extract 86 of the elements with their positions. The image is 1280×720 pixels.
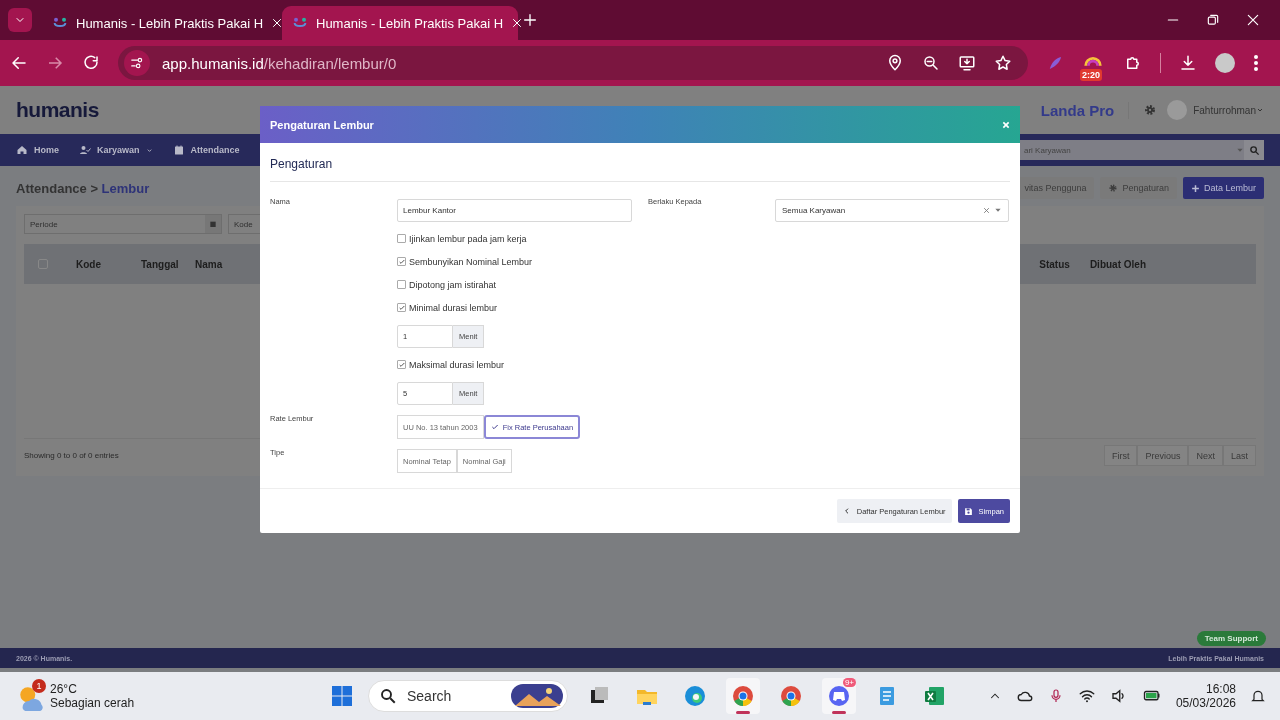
- close-icon[interactable]: [1246, 13, 1260, 27]
- more-menu-icon[interactable]: [1253, 54, 1259, 72]
- checkbox-label: Sembunyikan Nominal Lembur: [409, 256, 533, 267]
- app-badge: 9+: [842, 678, 856, 687]
- checkbox-label: Dipotong jam istirahat: [409, 279, 497, 290]
- site-info-button[interactable]: [124, 50, 150, 76]
- support-button[interactable]: Team Support: [1196, 631, 1266, 646]
- reload-icon[interactable]: [82, 54, 100, 72]
- edge-icon: [683, 684, 707, 708]
- column-header: Dibuat Oleh: [1089, 258, 1146, 270]
- extension-badge: 2:20: [1080, 69, 1102, 81]
- weather-text: Sebagian cerah: [50, 696, 135, 710]
- calendar-icon: [172, 144, 185, 156]
- wifi-icon[interactable]: [1077, 687, 1096, 705]
- excel-icon: [923, 684, 947, 708]
- checkbox[interactable]: [397, 234, 406, 243]
- checkbox-label: Minimal durasi lembur: [409, 302, 498, 313]
- home-icon: [16, 144, 28, 156]
- chevron-down-icon: [145, 146, 153, 154]
- temperature: 26°C: [50, 682, 78, 696]
- notification-bell-icon[interactable]: [1250, 688, 1266, 704]
- puzzle-icon[interactable]: [1124, 54, 1142, 72]
- clear-icon[interactable]: [983, 206, 990, 214]
- chrome-icon: [731, 684, 755, 708]
- company-name: Landa Pro: [1040, 101, 1130, 119]
- clock[interactable]: 16:08 05/03/2026: [1175, 682, 1236, 710]
- plus-icon: [1190, 183, 1200, 193]
- employee-select[interactable]: Semua Karyawan: [775, 198, 1009, 222]
- column-header: Kode: [76, 258, 102, 270]
- nav-item[interactable]: Karyawan: [79, 144, 153, 156]
- save-icon: [963, 506, 973, 516]
- check-icon: [397, 257, 406, 266]
- select-all-checkbox[interactable]: [38, 259, 48, 269]
- settings-icon[interactable]: [1143, 103, 1158, 117]
- logo: humanis: [16, 98, 99, 122]
- chevron-left-icon: [842, 507, 851, 515]
- column-header: Status: [1039, 258, 1070, 270]
- chrome-icon: [779, 684, 803, 708]
- search-icon: [379, 687, 397, 705]
- add-button[interactable]: Data Lembur: [1182, 177, 1264, 199]
- check-icon: [397, 303, 406, 312]
- checkbox-label: Ijinkan lembur pada jam kerja: [409, 233, 527, 244]
- taskbar-search[interactable]: Search: [368, 680, 568, 712]
- search-icon: [1248, 144, 1260, 156]
- checkbox[interactable]: [397, 360, 406, 369]
- check-icon: [397, 360, 406, 369]
- tune-icon: [130, 56, 144, 70]
- checkbox-label: Maksimal durasi lembur: [409, 359, 505, 370]
- user-icon: [79, 144, 91, 156]
- filter-field[interactable]: Periode: [24, 214, 222, 234]
- search-button[interactable]: [1244, 140, 1264, 160]
- zoom-out-icon[interactable]: [922, 54, 940, 72]
- profile-avatar[interactable]: [1215, 53, 1235, 73]
- close-icon[interactable]: [511, 17, 524, 29]
- calendar-icon: [209, 220, 217, 228]
- star-icon[interactable]: [994, 54, 1012, 72]
- column-header: Tanggal: [141, 258, 180, 270]
- column-header: Nama: [195, 258, 223, 270]
- search-highlight-icon: [511, 684, 563, 708]
- forward-icon[interactable]: [46, 54, 64, 72]
- name-field[interactable]: Lembur Kantor: [397, 198, 632, 222]
- back-icon[interactable]: [10, 54, 28, 72]
- check-icon: [490, 423, 499, 431]
- checkbox[interactable]: [397, 280, 406, 289]
- restore-icon[interactable]: [1206, 13, 1220, 27]
- notification-badge: 1: [32, 679, 46, 693]
- nav-item[interactable]: Home: [16, 144, 59, 156]
- caret-down-icon: [1236, 146, 1244, 154]
- checkbox[interactable]: [397, 303, 406, 312]
- download-icon[interactable]: [1179, 54, 1197, 72]
- caret-down-icon: [994, 206, 1002, 214]
- dialog-title: Pengaturan Lembur: [270, 118, 374, 131]
- location-pin-icon[interactable]: [886, 54, 904, 72]
- new-tab-icon[interactable]: [522, 12, 538, 28]
- nav-item[interactable]: Attendance: [172, 144, 240, 156]
- browser-tab[interactable]: Humanis - Lebih Praktis Pakai H: [282, 6, 518, 40]
- breadcrumb: Attendance > Lembur: [16, 180, 150, 196]
- close-icon[interactable]: [271, 17, 284, 29]
- windows-start-icon[interactable]: [330, 684, 354, 708]
- tab-list-button[interactable]: [8, 8, 32, 32]
- checkbox[interactable]: [397, 257, 406, 266]
- browser-tab[interactable]: Humanis - Lebih Praktis Pakai H: [42, 6, 278, 40]
- gear-icon: [1108, 183, 1119, 193]
- section-title: Pengaturan: [270, 157, 1010, 182]
- chevron-down-icon[interactable]: [1256, 106, 1264, 114]
- install-app-icon[interactable]: [958, 54, 976, 72]
